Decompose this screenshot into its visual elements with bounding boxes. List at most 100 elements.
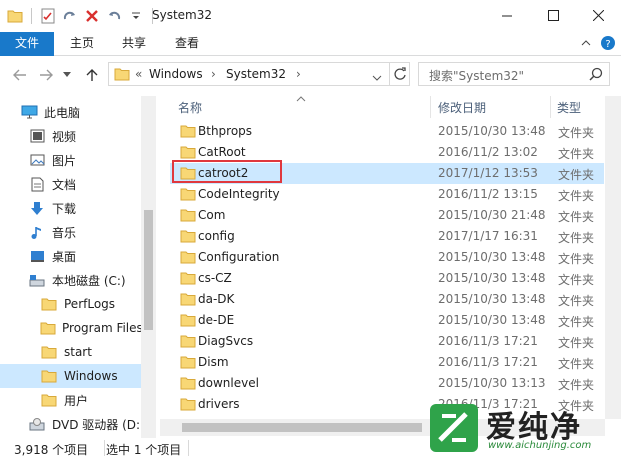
file-date: 2015/10/30 21:48 (438, 208, 546, 222)
nav-item-users[interactable]: 用户 (0, 388, 141, 412)
folder-icon (40, 344, 58, 360)
watermark-logo: 爱纯净 www.aichunjing.com (426, 400, 618, 456)
column-header-type[interactable]: 类型 (557, 99, 581, 116)
column-divider[interactable] (430, 96, 431, 118)
search-input[interactable]: 搜索"System32" (429, 67, 524, 84)
nav-item-desktop[interactable]: 桌面 (0, 244, 141, 268)
nav-item-this-pc[interactable]: 此电脑 (0, 100, 141, 124)
navigation-pane-scroll-thumb[interactable] (144, 210, 153, 330)
file-name: da-DK (198, 292, 235, 306)
file-type: 文件夹 (558, 378, 595, 392)
file-row[interactable]: Configuration 2015/10/30 13:48 文件夹 (170, 247, 604, 268)
navigation-pane: 此电脑 视频 图片 文档 下载 音乐 桌面 本地磁盘 (C:) PerfLogs… (0, 96, 156, 438)
file-row[interactable]: Dism 2016/11/3 17:21 文件夹 (170, 352, 604, 373)
forward-button[interactable] (36, 65, 56, 85)
breadcrumb-system32[interactable]: System32 (226, 67, 286, 81)
file-type: 文件夹 (558, 210, 595, 224)
nav-item-pictures[interactable]: 图片 (0, 148, 141, 172)
file-name: cs-CZ (198, 271, 232, 285)
refresh-icon[interactable] (393, 67, 407, 84)
svg-text:?: ? (605, 39, 610, 50)
nav-item-local-disk-c[interactable]: 本地磁盘 (C:) (0, 268, 141, 292)
maximize-button[interactable] (530, 0, 576, 30)
folder-icon (180, 313, 196, 330)
item-count: 3,918 个项目 (14, 443, 89, 457)
minimize-button[interactable] (484, 0, 530, 30)
nav-label: PerfLogs (64, 297, 116, 311)
column-header-date[interactable]: 修改日期 (438, 99, 486, 116)
nav-item-perflogs[interactable]: PerfLogs (0, 292, 141, 316)
undo-icon[interactable] (105, 7, 123, 25)
column-header-name[interactable]: 名称 (178, 99, 202, 116)
folder-icon (114, 67, 130, 84)
nav-item-documents[interactable]: 文档 (0, 172, 141, 196)
file-row[interactable]: downlevel 2015/10/30 13:13 文件夹 (170, 373, 604, 394)
file-date: 2015/10/30 13:48 (438, 124, 546, 138)
status-divider (104, 440, 105, 456)
folder-icon (180, 271, 196, 288)
address-overflow[interactable]: « (135, 67, 142, 81)
file-row[interactable]: config 2017/1/17 16:31 文件夹 (170, 226, 604, 247)
window-title: System32 (152, 8, 213, 22)
expand-ribbon-icon[interactable] (580, 37, 592, 52)
file-date: 2015/10/30 13:48 (438, 313, 546, 327)
delete-icon[interactable] (83, 7, 101, 25)
nav-label: Program Files (62, 321, 141, 335)
ribbon-tabs: 文件 主页 共享 查看 ? (0, 32, 621, 56)
file-date: 2017/1/17 16:31 (438, 229, 538, 243)
horizontal-scroll-thumb[interactable] (182, 423, 422, 432)
folder-icon (180, 187, 196, 204)
tab-view[interactable]: 查看 (162, 32, 212, 56)
file-type: 文件夹 (558, 189, 595, 203)
redo-icon[interactable] (61, 7, 79, 25)
documents-icon (28, 176, 46, 192)
close-button[interactable] (575, 0, 621, 30)
file-row[interactable]: Bthprops 2015/10/30 13:48 文件夹 (170, 121, 604, 142)
back-button[interactable] (10, 65, 30, 85)
nav-item-windows[interactable]: Windows (0, 364, 141, 388)
up-button[interactable] (82, 65, 102, 85)
help-icon[interactable]: ? (600, 35, 616, 54)
nav-item-downloads[interactable]: 下载 (0, 196, 141, 220)
file-row[interactable]: de-DE 2015/10/30 13:48 文件夹 (170, 310, 604, 331)
file-name: config (198, 229, 235, 243)
folder-icon (180, 334, 196, 351)
breadcrumb-separator-icon[interactable]: › (211, 67, 216, 81)
file-row[interactable]: DiagSvcs 2016/11/3 17:21 文件夹 (170, 331, 604, 352)
nav-item-program-files[interactable]: Program Files (0, 316, 141, 340)
nav-label: 图片 (52, 153, 77, 168)
file-list-header: 名称 修改日期 类型 (160, 96, 605, 118)
properties-icon[interactable] (39, 7, 57, 25)
file-name: de-DE (198, 313, 235, 327)
nav-item-dvd-drive[interactable]: DVD 驱动器 (D: (0, 412, 141, 436)
search-box[interactable]: 搜索"System32" (418, 62, 610, 86)
breadcrumb-windows[interactable]: Windows (149, 67, 203, 81)
file-type: 文件夹 (558, 294, 595, 308)
tab-file[interactable]: 文件 (0, 32, 54, 56)
file-list-vertical-scrollbar[interactable] (605, 96, 621, 419)
address-dropdown-icon[interactable] (372, 71, 382, 85)
breadcrumb-separator-icon[interactable]: › (296, 67, 301, 81)
nav-item-start[interactable]: start (0, 340, 141, 364)
tab-share[interactable]: 共享 (110, 32, 158, 56)
file-row[interactable]: CodeIntegrity 2016/11/2 13:15 文件夹 (170, 184, 604, 205)
file-type: 文件夹 (558, 231, 595, 245)
file-date: 2017/1/12 13:53 (438, 166, 538, 180)
nav-item-music[interactable]: 音乐 (0, 220, 141, 244)
file-name: DiagSvcs (198, 334, 254, 348)
file-date: 2015/10/30 13:48 (438, 271, 546, 285)
file-row[interactable]: cs-CZ 2015/10/30 13:48 文件夹 (170, 268, 604, 289)
file-name: CodeIntegrity (198, 187, 280, 201)
file-row[interactable]: da-DK 2015/10/30 13:48 文件夹 (170, 289, 604, 310)
folder-icon (6, 7, 24, 25)
title-bar: System32 (0, 0, 621, 32)
address-bar[interactable]: « Windows › System32 › (108, 62, 410, 86)
tab-home[interactable]: 主页 (58, 32, 106, 56)
column-divider[interactable] (550, 96, 551, 118)
customize-toolbar-icon[interactable] (127, 7, 145, 25)
file-row[interactable]: Com 2015/10/30 21:48 文件夹 (170, 205, 604, 226)
search-icon[interactable] (589, 67, 603, 84)
nav-item-videos[interactable]: 视频 (0, 124, 141, 148)
file-date: 2015/10/30 13:13 (438, 376, 546, 390)
recent-locations-button[interactable] (60, 65, 74, 85)
